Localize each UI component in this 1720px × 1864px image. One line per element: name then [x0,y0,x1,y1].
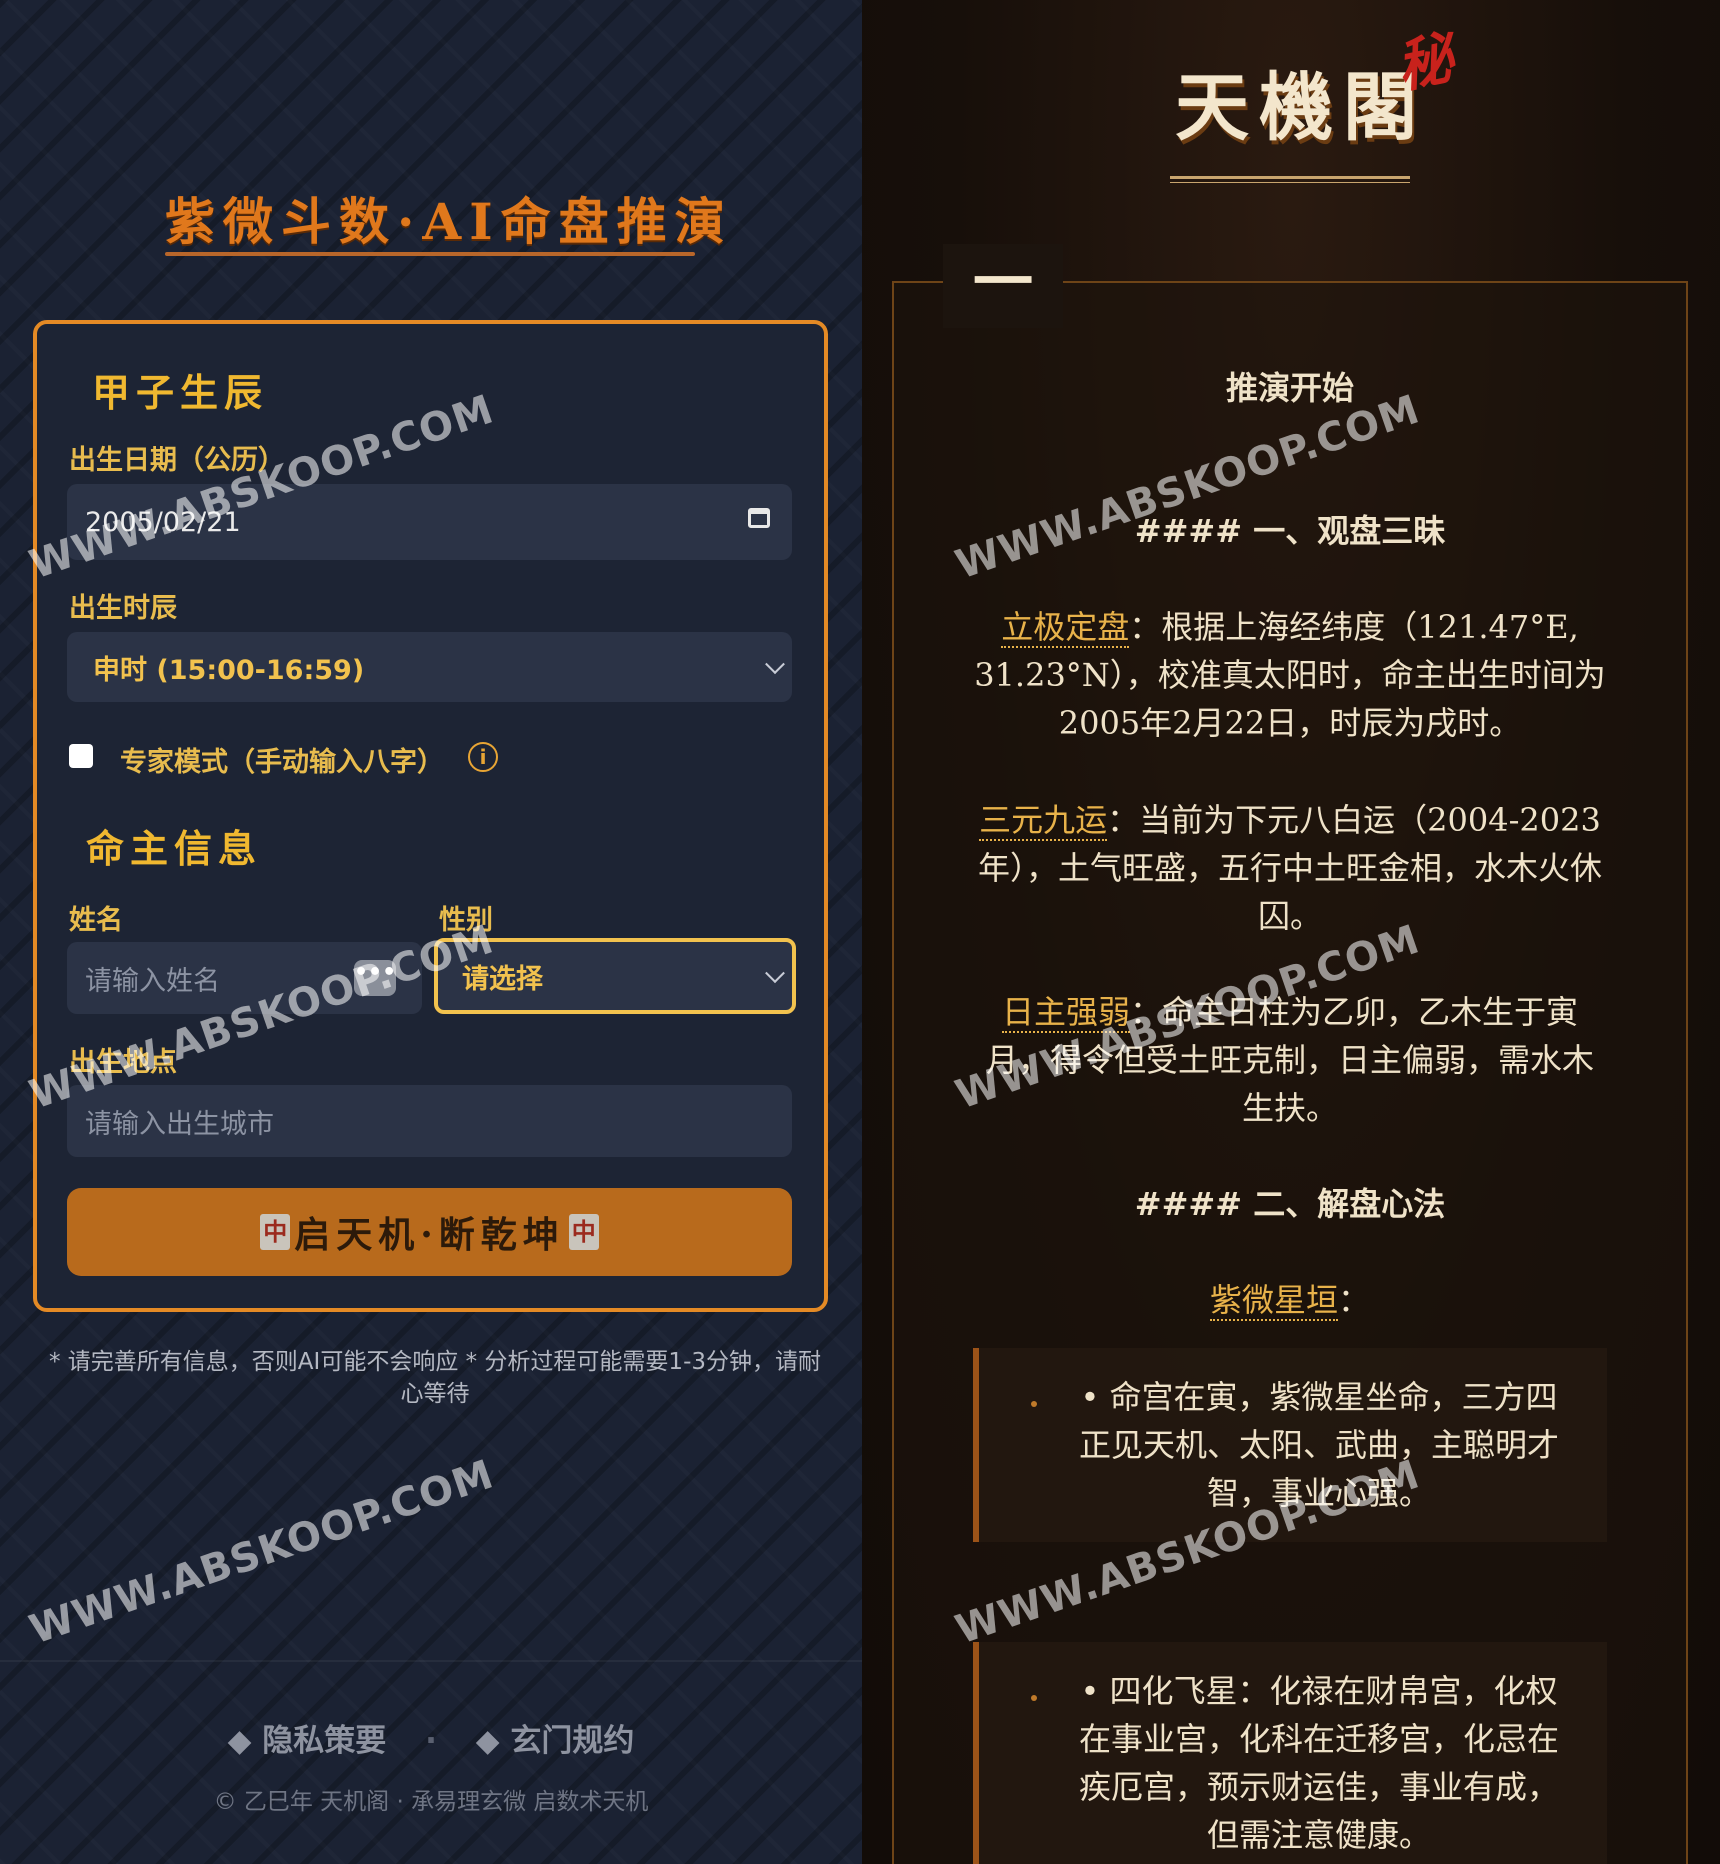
submit-button[interactable]: 中 启天机·断乾坤 中 [67,1188,792,1276]
bullet-dot [1031,1695,1037,1701]
tab-one[interactable]: 一 [943,244,1063,328]
paragraph-2: 三元九运：当前为下元八白运（2004-2023年），土气旺盛，五行中土旺金相，水… [975,796,1605,940]
footer-separator: · [425,1723,437,1759]
term-4: 紫微星垣 [1209,1281,1338,1321]
footer-divider [0,1660,862,1662]
paragraph-4-text: ： [1338,1281,1371,1319]
copyright: © 乙巳年 天机阁 · 承易理玄微 启数术天机 [213,1789,649,1815]
birthplace-input[interactable]: 请输入出生城市 [67,1085,792,1157]
bullet-dot [1031,1401,1037,1407]
birth-hour-value: 申时 (15:00-16:59) [93,654,365,686]
birth-hour-label: 出生时辰 [69,593,177,624]
start-text: 推演开始 [1225,369,1354,407]
bullet-2-text: • 四化飞星：化禄在财帛宫，化权在事业宫，化科在迁移宫，化忌在疾厄宫，预示财运佳… [1078,1672,1559,1854]
brand-divider-thin [1170,182,1410,183]
expert-mode-checkbox[interactable] [69,744,93,768]
birthplace-placeholder: 请输入出生城市 [85,1108,274,1140]
privacy-link[interactable]: ◆ 隐私策要 [228,1723,387,1759]
chevron-down-icon [765,963,785,984]
section-title-birth: 甲子生辰 [92,370,269,415]
mahjong-tile-icon: 中 [568,1214,599,1250]
submit-label: 启天机·断乾坤 [294,1214,565,1256]
term-1: 立极定盘 [1001,608,1130,648]
info-icon[interactable]: i [468,742,498,772]
brand-divider [1170,176,1410,179]
heading-two: #### 二、解盘心法 [1134,1185,1446,1223]
calendar-icon[interactable] [748,508,770,528]
birth-hour-select[interactable]: 申时 (15:00-16:59) [67,632,792,702]
list-item: • 四化飞星：化禄在财帛宫，化权在事业宫，化科在迁移宫，化忌在疾厄宫，预示财运佳… [973,1642,1607,1864]
footer-links: ◆ 隐私策要 · ◆ 玄门规约 [0,1715,862,1760]
name-placeholder: 请输入姓名 [85,965,220,997]
terms-link[interactable]: ◆ 玄门规约 [476,1723,635,1759]
title-underline [165,252,695,256]
hint-text: * 请完善所有信息，否则AI可能不会响应 * 分析过程可能需要1-3分钟，请耐心… [48,1349,822,1407]
brand-logo: 天機閣 [1175,65,1427,151]
name-label: 姓名 [69,905,123,936]
paragraph-4: 紫微星垣： [960,1276,1620,1324]
mahjong-tile-icon: 中 [260,1214,291,1250]
term-2: 三元九运 [979,801,1108,841]
section-title-owner: 命主信息 [86,826,263,871]
chevron-down-icon [765,654,785,675]
app-title: 紫微斗数·AI命盘推演 [165,192,733,251]
expert-mode-label[interactable]: 专家模式（手动输入八字） [120,740,444,779]
paragraph-1: 立极定盘：根据上海经纬度（121.47°E, 31.23°N），校准真太阳时，命… [970,603,1610,747]
